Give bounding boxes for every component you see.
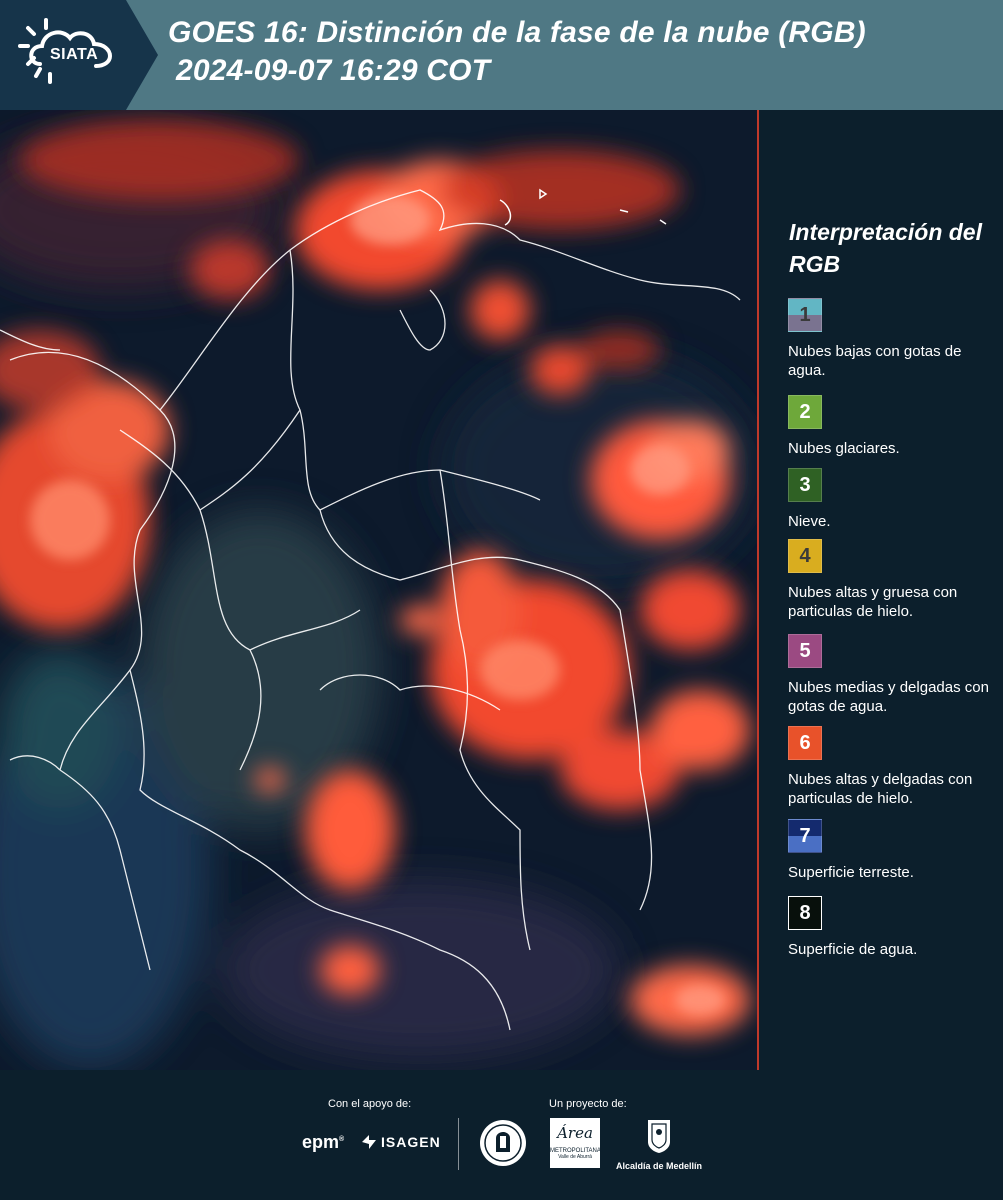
legend-swatch-4: 4 [788, 539, 822, 573]
alcaldia-logo-text: Alcaldía de Medellín [615, 1161, 703, 1171]
legend-label-5: Nubes medias y delgadas con gotas de agu… [788, 679, 989, 715]
legend-number-6: 6 [799, 731, 811, 754]
legend-item-1: 1 Nubes bajas con gotas de agua. [788, 298, 1003, 380]
legend-swatch-6: 6 [788, 726, 822, 760]
footer: Con el apoyo de: Un proyecto de: epm® IS… [0, 1070, 1003, 1200]
isagen-logo: ISAGEN [360, 1134, 441, 1150]
legend-number-3: 3 [799, 473, 811, 496]
page-title: GOES 16: Distinción de la fase de la nub… [168, 14, 866, 90]
seal-logo [478, 1118, 528, 1173]
title-line-2: 2024-09-07 16:29 COT [176, 54, 491, 87]
legend-label-1: Nubes bajas con gotas de agua. [788, 343, 962, 379]
legend-label-8: Superficie de agua. [788, 941, 918, 958]
legend-swatch-5: 5 [788, 634, 822, 668]
legend-number-2: 2 [799, 400, 811, 423]
legend-number-7: 7 [799, 824, 811, 847]
legend-swatch-8: 8 [788, 896, 822, 930]
epm-logo-text: epm [302, 1132, 340, 1152]
legend-item-6: 6 Nubes altas y delgadas con particulas … [788, 726, 1003, 808]
legend-item-8: 8 Superficie de agua. [788, 896, 1003, 959]
satellite-rgb-map [0, 110, 758, 1070]
alcaldia-medellin-logo: Alcaldía de Medellín [614, 1118, 704, 1171]
alcaldia-shield-icon [648, 1120, 670, 1153]
legend-label-3: Nieve. [788, 513, 831, 530]
legend-label-6: Nubes altas y delgadas con particulas de… [788, 771, 973, 807]
legend-label-7: Superficie terreste. [788, 864, 914, 881]
siata-logo: SIATA [0, 0, 158, 110]
title-line-1: GOES 16: Distinción de la fase de la nub… [168, 16, 866, 49]
project-label: Un proyecto de: [549, 1098, 627, 1110]
seal-icon [480, 1120, 526, 1166]
legend-title: Interpretación del RGB [789, 219, 982, 277]
legend-item-2: 2 Nubes glaciares. [788, 395, 1003, 458]
legend-label-2: Nubes glaciares. [788, 440, 900, 457]
area-metropolitana-logo: Área METROPOLITANA Valle de Aburrá [550, 1118, 601, 1168]
map-right-border [757, 110, 759, 1070]
legend-number-4: 4 [799, 544, 811, 567]
legend-item-3: 3 Nieve. [788, 468, 1003, 531]
legend-label-4: Nubes altas y gruesa con particulas de h… [788, 584, 958, 620]
area-logo-sub2: Valle de Aburrá [558, 1154, 592, 1160]
legend-number-1: 1 [799, 303, 811, 326]
isagen-mark-icon [362, 1135, 376, 1149]
legend-item-7: 7 Superficie terreste. [788, 819, 1003, 882]
legend-swatch-1: 1 [788, 298, 822, 332]
area-logo-title: Área [557, 1124, 593, 1142]
siata-logo-text: SIATA [50, 46, 99, 63]
legend-panel: Interpretación del RGB 1 Nubes bajas con… [760, 110, 1003, 1070]
legend-number-5: 5 [799, 639, 811, 662]
legend-item-4: 4 Nubes altas y gruesa con particulas de… [788, 539, 1003, 621]
legend-swatch-3: 3 [788, 468, 822, 502]
isagen-logo-text: ISAGEN [381, 1134, 441, 1150]
legend-item-5: 5 Nubes medias y delgadas con gotas de a… [788, 634, 1003, 716]
legend-swatch-7: 7 [788, 819, 822, 853]
footer-divider [458, 1118, 459, 1170]
legend-number-8: 8 [799, 901, 811, 924]
support-label: Con el apoyo de: [328, 1098, 412, 1110]
header-bar: SIATA GOES 16: Distinción de la fase de … [0, 0, 1003, 110]
satellite-image [0, 110, 758, 1070]
epm-logo: epm® [302, 1132, 345, 1152]
legend-swatch-2: 2 [788, 395, 822, 429]
